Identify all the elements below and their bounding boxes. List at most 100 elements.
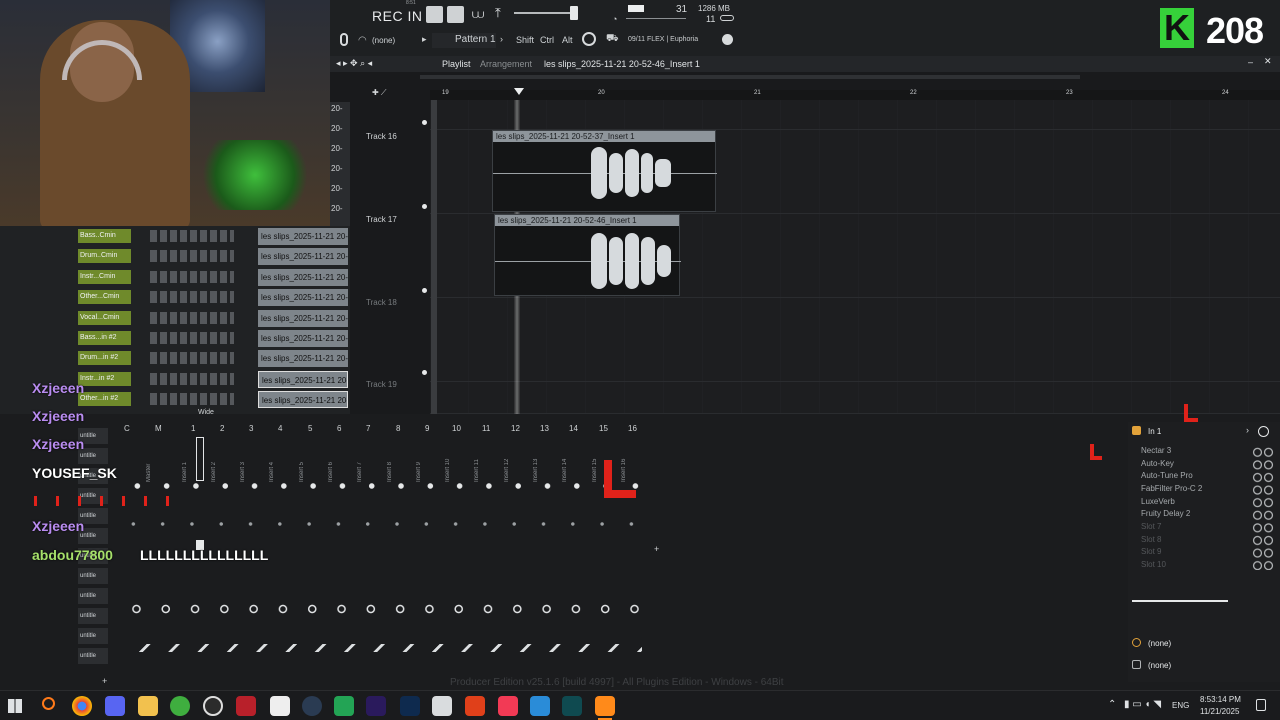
track-label-16[interactable]: Track 16 [366, 132, 397, 141]
fx-clock-icon[interactable] [1258, 426, 1269, 437]
output-1-icon[interactable] [1132, 638, 1141, 647]
fx-slot-8[interactable]: Slot 8 [1141, 535, 1161, 544]
shift-key-button[interactable]: Shift [516, 35, 534, 45]
playlist-tools[interactable]: ✚ ⟋ [372, 88, 387, 98]
channel-row-7[interactable]: Drum...in #2 les slips_2025-11-21 20- [0, 348, 350, 368]
output-2-icon[interactable] [1132, 660, 1141, 669]
tray-chevron-icon[interactable]: ⌃ [1108, 699, 1116, 710]
channel-name-7[interactable]: Drum...in #2 [78, 351, 131, 365]
mixer-add-icon[interactable]: + [654, 544, 659, 554]
channel-name-2[interactable]: Drum..Cmin [78, 249, 131, 263]
wave-icon[interactable]: ⩊ [472, 7, 484, 22]
toolbar-button-b[interactable] [447, 6, 464, 23]
mic-icon[interactable] [340, 33, 348, 46]
channel-steps-6[interactable] [150, 332, 234, 344]
guard-icon[interactable] [465, 696, 485, 716]
app-red-icon[interactable] [236, 696, 256, 716]
fx-slot-5[interactable]: LuxeVerb [1141, 497, 1175, 506]
playlist-clip-selector[interactable]: les slips_2025-11-21 20-52-46_Insert 1 [544, 59, 700, 69]
channel-row-2[interactable]: Drum..Cmin les slips_2025-11-21 20- [0, 246, 350, 266]
pattern-none-label[interactable]: (none) [372, 36, 395, 45]
track-16-led[interactable] [422, 120, 427, 125]
master-volume-knob[interactable] [570, 6, 578, 20]
fx-slot-1[interactable]: Nectar 3 [1141, 446, 1171, 455]
fx-slot-9[interactable]: Slot 9 [1141, 547, 1161, 556]
file-explorer-icon[interactable] [138, 696, 158, 716]
record-mode-icon[interactable]: ◠ [358, 35, 367, 46]
route-arrows-row[interactable] [122, 644, 642, 652]
fx-slot-10[interactable]: Slot 10 [1141, 560, 1166, 569]
playlist-arrows-icon[interactable]: ◂ ▸ ✥ ⌕ ◂ [336, 58, 372, 69]
tray-icons[interactable]: ▮ ▭ ◖ ◥ [1124, 699, 1161, 710]
alt-key-button[interactable]: Alt [562, 35, 573, 45]
steam-icon[interactable] [302, 696, 322, 716]
timeline-ruler[interactable]: 19 20 21 22 23 24 [430, 90, 1280, 100]
untitled-10[interactable]: untitle [78, 608, 108, 624]
cart-icon[interactable]: ⛟ [606, 33, 619, 46]
vscode-icon[interactable] [530, 696, 550, 716]
track-18-led[interactable] [422, 288, 427, 293]
obs-icon[interactable] [203, 696, 223, 716]
input-selector[interactable]: In 1 [1148, 427, 1161, 436]
pitch-slider[interactable] [626, 18, 686, 19]
channel-name-5[interactable]: Vocal...Cmin [78, 311, 131, 325]
channel-steps-2[interactable] [150, 250, 234, 262]
pattern-next-icon[interactable]: › [500, 34, 503, 44]
toolbar-button-a[interactable] [426, 6, 443, 23]
channel-clip-7[interactable]: les slips_2025-11-21 20- [258, 350, 348, 367]
metronome-icon[interactable]: ◔ [612, 14, 617, 24]
fx-slot-circles[interactable] [1252, 446, 1274, 570]
fx-slot-3[interactable]: Auto-Tune Pro [1141, 471, 1193, 480]
play-arrow-icon[interactable]: ▸ [422, 34, 427, 45]
discord-icon[interactable] [105, 696, 125, 716]
input-icon[interactable] [1132, 426, 1141, 435]
track-row-18[interactable] [430, 298, 1280, 382]
channel-steps-4[interactable] [150, 291, 234, 303]
fx-dropdown-arrow-icon[interactable]: › [1246, 425, 1249, 435]
capcut-icon[interactable] [270, 696, 290, 716]
music-icon[interactable] [498, 696, 518, 716]
channel-row-5[interactable]: Vocal...Cmin les slips_2025-11-21 20- [0, 308, 350, 328]
terminal-icon[interactable] [562, 696, 582, 716]
untitled-12[interactable]: untitle [78, 648, 108, 664]
channel-name-4[interactable]: Other...Cmin [78, 290, 131, 304]
windows-start-icon[interactable] [8, 699, 22, 713]
channel-clip-2[interactable]: les slips_2025-11-21 20- [258, 248, 348, 265]
online-news-icon[interactable] [722, 34, 733, 45]
channel-clip-3[interactable]: les slips_2025-11-21 20- [258, 269, 348, 286]
mixer-bottom-add-icon[interactable]: + [102, 676, 107, 686]
photoshop-icon[interactable] [400, 696, 420, 716]
smiley-icon[interactable] [582, 32, 596, 46]
language-indicator[interactable]: ENG [1172, 701, 1189, 710]
fx-slot-6[interactable]: Fruity Delay 2 [1141, 509, 1190, 518]
window-close-icon[interactable]: ✕ [1264, 56, 1272, 67]
channel-row-4[interactable]: Other...Cmin les slips_2025-11-21 20- [0, 287, 350, 307]
channel-name-6[interactable]: Bass...in #2 [78, 331, 131, 345]
output-2-selector[interactable]: (none) [1148, 661, 1171, 670]
premiere-icon[interactable] [366, 696, 386, 716]
audio-clip-2[interactable]: les slips_2025-11-21 20-52-46_Insert 1 [494, 214, 681, 296]
fx-slot-2[interactable]: Auto-Key [1141, 459, 1174, 468]
track-row-top[interactable] [430, 100, 1280, 130]
channel-steps-3[interactable] [150, 271, 234, 283]
xbox-icon[interactable] [170, 696, 190, 716]
track-17-led[interactable] [422, 204, 427, 209]
fader-knobs-row[interactable] [122, 604, 642, 614]
channel-steps-7[interactable] [150, 352, 234, 364]
untitled-11[interactable]: untitle [78, 628, 108, 644]
search-icon[interactable] [42, 697, 55, 710]
channel-row-1[interactable]: Bass..Cmin les slips_2025-11-21 20- [0, 226, 350, 246]
channel-clip-4[interactable]: les slips_2025-11-21 20- [258, 289, 348, 306]
channel-clip-5[interactable]: les slips_2025-11-21 20- [258, 310, 348, 327]
chrome-icon[interactable] [72, 696, 92, 716]
track-label-17[interactable]: Track 17 [366, 215, 397, 224]
channel-steps-5[interactable] [150, 312, 234, 324]
scroll-bar[interactable] [420, 75, 1080, 79]
fx-slot-4[interactable]: FabFilter Pro-C 2 [1141, 484, 1202, 493]
track-19-led[interactable] [422, 370, 427, 375]
fl-studio-icon[interactable] [595, 696, 615, 716]
capture-icon[interactable] [432, 696, 452, 716]
playhead-marker[interactable] [514, 88, 524, 95]
channel-steps-1[interactable] [150, 230, 234, 242]
eq-line[interactable] [1132, 600, 1228, 602]
